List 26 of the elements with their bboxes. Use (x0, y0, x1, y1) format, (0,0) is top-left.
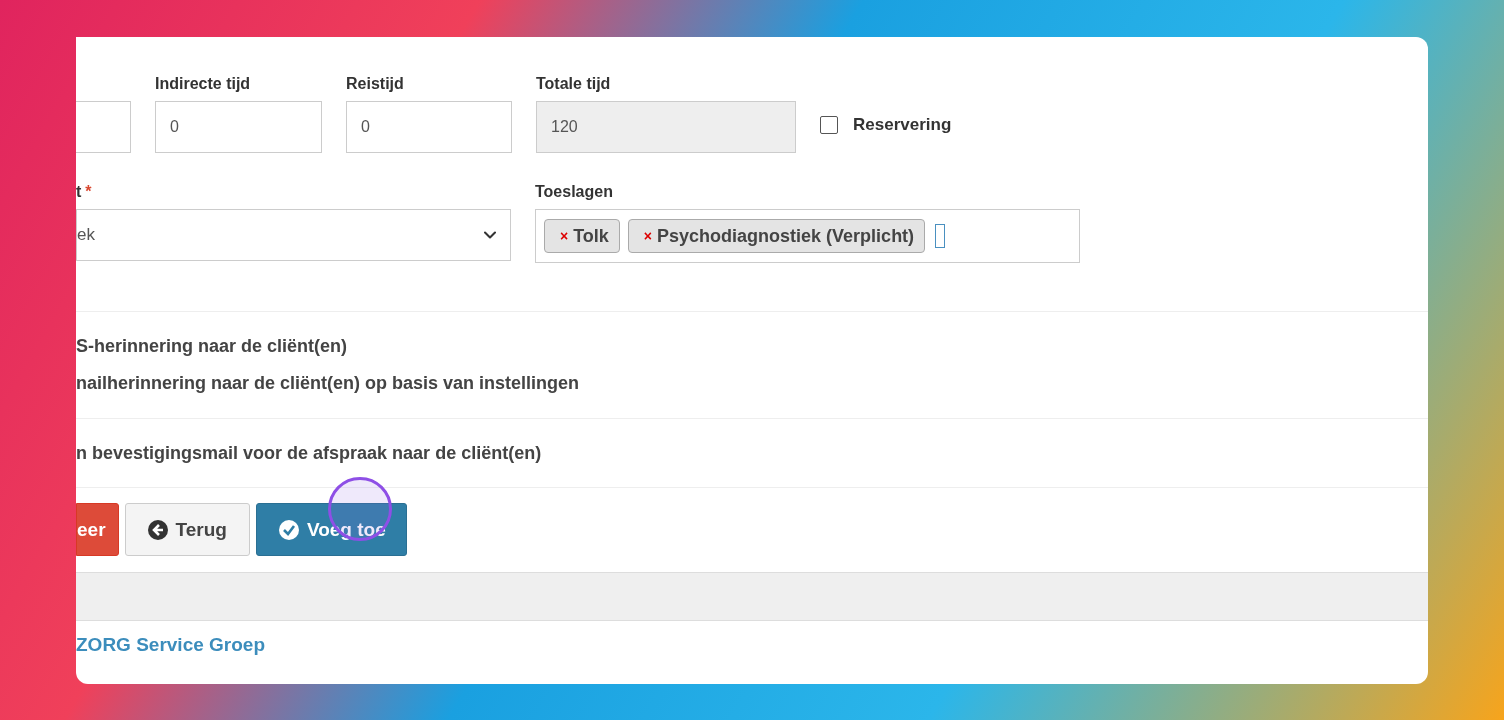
arrow-left-circle-icon (147, 519, 168, 540)
text-cursor (935, 224, 946, 248)
tag-input-field[interactable]: × Tolk × Psychodiagnostiek (Verplicht) (535, 209, 1080, 263)
field-label: t * (76, 183, 93, 202)
checkbox[interactable] (820, 116, 838, 134)
checkbox-label: Reservering (853, 115, 952, 135)
field-label: Reistijd (346, 75, 405, 94)
action-button[interactable]: eer (76, 503, 119, 556)
input-field[interactable]: 120 (536, 101, 796, 153)
input-field[interactable]: 0 (155, 101, 322, 153)
field-label: Indirecte tijd (155, 75, 252, 94)
remove-icon[interactable]: × (643, 228, 653, 244)
input-field[interactable]: 0 (346, 101, 512, 153)
input-field[interactable] (76, 101, 131, 153)
option-label: nailherinnering naar de cliënt(en) op basis van instellingen (76, 373, 581, 394)
select-field[interactable]: ek (76, 209, 511, 261)
option-label: n bevestigingsmail voor de afspraak naar de cliënt(en) (76, 443, 543, 464)
option-label: S-herinnering naar de cliënt(en) (76, 336, 349, 357)
tag: × Tolk (544, 219, 620, 253)
footer-text: ZORG Service Groep (76, 633, 266, 656)
remove-icon[interactable]: × (560, 228, 569, 244)
tag: × Psychodiagnostiek (Verplicht) (627, 219, 926, 253)
back-button[interactable]: Terug (124, 503, 250, 556)
field-label: Totale tijd (536, 75, 612, 94)
check-circle-icon (278, 519, 299, 540)
field-label: Toeslagen (535, 183, 614, 202)
